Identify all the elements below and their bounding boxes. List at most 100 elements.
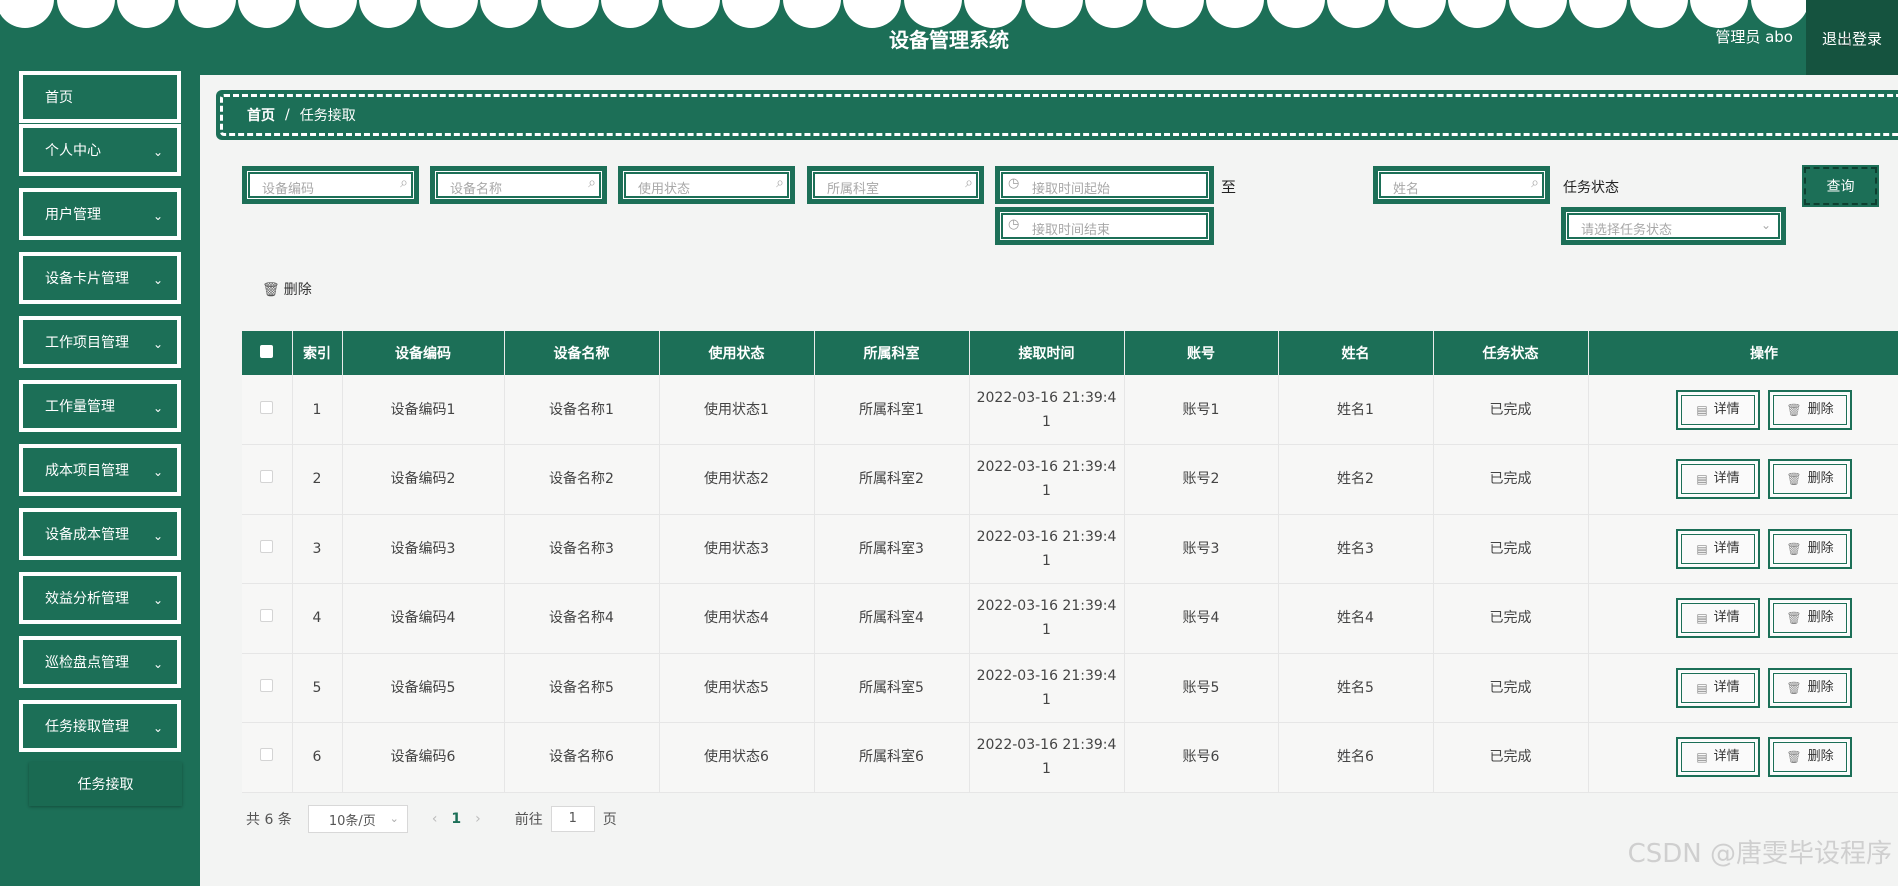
cell-department: 所属科室5 xyxy=(814,653,970,723)
sidebar-item-device-cost[interactable]: 设备成本管理 ⌄ xyxy=(19,508,181,560)
prev-page-icon[interactable]: ‹ xyxy=(432,811,438,827)
cell-account: 账号4 xyxy=(1124,583,1279,654)
detail-button[interactable]: ▤ 详情 xyxy=(1676,459,1760,500)
sidebar-item-benefit-analysis[interactable]: 效益分析管理 ⌄ xyxy=(19,572,181,624)
cell-device-code: 设备编码1 xyxy=(342,375,505,445)
device-name-input[interactable]: 设备名称 ⌕ xyxy=(430,166,607,204)
chevron-down-icon: ⌄ xyxy=(152,465,163,479)
delete-button[interactable]: 🗑︎ 删除 xyxy=(1768,737,1852,778)
table-row: 2 设备编码2 设备名称2 使用状态2 所属科室2 2022-03-16 21:39:4 1… xyxy=(242,444,1898,515)
usage-status-input[interactable]: 使用状态 ⌕ xyxy=(618,166,795,204)
task-status-select[interactable]: 请选择任务状态 ⌄ xyxy=(1561,207,1786,245)
cell-usage-status: 使用状态1 xyxy=(659,375,815,445)
cell-account: 账号5 xyxy=(1124,653,1279,723)
cell-device-name: 设备名称2 xyxy=(504,444,660,515)
sidebar-item-device-card[interactable]: 设备卡片管理 ⌄ xyxy=(19,252,181,304)
department-input[interactable]: 所属科室 ⌕ xyxy=(807,166,984,204)
hand-cursor-icon: ☝ xyxy=(1840,30,1851,51)
cell-pickup-time: 2022-03-16 21:39:4 1 xyxy=(969,722,1125,793)
delete-button[interactable]: 🗑︎ 删除 xyxy=(1768,667,1852,708)
delete-button[interactable]: 🗑︎ 删除 xyxy=(1768,528,1852,569)
pickup-time-start-input[interactable]: ◷ 接取时间起始 xyxy=(995,166,1214,204)
cell-account: 账号1 xyxy=(1124,375,1279,445)
detail-button[interactable]: ▤ 详情 xyxy=(1676,737,1760,778)
cell-account: 账号2 xyxy=(1124,444,1279,515)
cell-device-name: 设备名称6 xyxy=(504,722,660,793)
clock-icon: ◷ xyxy=(1008,176,1020,191)
cell-usage-status: 使用状态2 xyxy=(659,444,815,515)
sidebar-item-label: 工作量管理 xyxy=(45,399,115,415)
column-header: 索引 xyxy=(292,331,343,375)
detail-button[interactable]: ▤ 详情 xyxy=(1676,389,1760,430)
detail-button[interactable]: ▤ 详情 xyxy=(1676,667,1760,708)
goto-page-input[interactable]: 1 xyxy=(550,806,595,832)
sidebar-item-inspection[interactable]: 巡检盘点管理 ⌄ xyxy=(19,636,181,688)
row-checkbox[interactable] xyxy=(242,375,293,445)
delete-button[interactable]: 🗑︎ 删除 xyxy=(1768,459,1852,500)
cell-index: 3 xyxy=(292,514,343,584)
delete-button[interactable]: 🗑︎ 删除 xyxy=(1768,389,1852,430)
cell-person-name: 姓名2 xyxy=(1278,444,1434,515)
query-button[interactable]: 查询 xyxy=(1802,165,1879,207)
cell-index: 1 xyxy=(292,375,343,445)
clock-icon: ◷ xyxy=(1008,217,1020,232)
column-header: 使用状态 xyxy=(659,331,815,375)
detail-button[interactable]: ▤ 详情 xyxy=(1676,528,1760,569)
cell-device-code: 设备编码2 xyxy=(342,444,505,515)
cell-person-name: 姓名3 xyxy=(1278,514,1434,584)
table-row: 4 设备编码4 设备名称4 使用状态4 所属科室4 2022-03-16 21:39:4 1… xyxy=(242,583,1898,654)
bulk-delete-button[interactable]: 🗑︎ 删除 xyxy=(262,279,312,299)
sidebar-item-personal-center[interactable]: 个人中心 ⌄ xyxy=(19,124,181,176)
cell-department: 所属科室2 xyxy=(814,444,970,515)
page-number[interactable]: 1 xyxy=(451,811,461,827)
sidebar-item-workload[interactable]: 工作量管理 ⌄ xyxy=(19,380,181,432)
cell-actions: ▤ 详情 🗑︎ 删除 xyxy=(1588,375,1898,445)
sidebar-item-label: 首页 xyxy=(45,90,73,106)
cell-device-name: 设备名称1 xyxy=(504,375,660,445)
row-checkbox[interactable] xyxy=(242,653,293,723)
cell-task-status: 已完成 xyxy=(1433,722,1589,793)
sidebar-subitem-task-pickup[interactable]: 任务接取 xyxy=(29,762,182,806)
table-row: 3 设备编码3 设备名称3 使用状态3 所属科室3 2022-03-16 21:39:4 1… xyxy=(242,514,1898,584)
row-checkbox[interactable] xyxy=(242,722,293,793)
trash-icon: 🗑︎ xyxy=(1786,680,1802,695)
chevron-down-icon: ⌄ xyxy=(152,593,163,607)
sidebar-item-home[interactable]: 首页 xyxy=(19,71,181,123)
sidebar-item-task-pickup-management[interactable]: 任务接取管理 ⌄ xyxy=(19,700,181,752)
device-code-input[interactable]: 设备编码 ⌕ xyxy=(242,166,419,204)
pickup-time-end-input[interactable]: ◷ 接取时间结束 xyxy=(995,207,1214,245)
column-header: 设备名称 xyxy=(504,331,660,375)
delete-button[interactable]: 🗑︎ 删除 xyxy=(1768,598,1852,639)
breadcrumb: 首页 / 任务接取 xyxy=(216,90,1898,140)
current-user: 管理员 abo xyxy=(1715,28,1793,46)
row-checkbox[interactable] xyxy=(242,583,293,654)
watermark: CSDN @唐雯毕设程序 xyxy=(1627,839,1892,869)
next-page-icon[interactable]: › xyxy=(475,811,481,827)
cell-person-name: 姓名1 xyxy=(1278,375,1434,445)
row-checkbox[interactable] xyxy=(242,444,293,515)
cell-pickup-time: 2022-03-16 21:39:4 1 xyxy=(969,653,1125,723)
detail-button[interactable]: ▤ 详情 xyxy=(1676,598,1760,639)
cell-person-name: 姓名6 xyxy=(1278,722,1434,793)
select-all-checkbox[interactable] xyxy=(242,331,293,375)
sidebar-item-user-management[interactable]: 用户管理 ⌄ xyxy=(19,188,181,240)
logout-button[interactable]: 退出登录 xyxy=(1806,0,1898,75)
chevron-down-icon: ⌄ xyxy=(152,209,163,223)
sidebar-item-work-project[interactable]: 工作项目管理 ⌄ xyxy=(19,316,181,368)
cell-pickup-time: 2022-03-16 21:39:4 1 xyxy=(969,375,1125,445)
trash-icon: 🗑︎ xyxy=(1786,611,1802,626)
cell-index: 4 xyxy=(292,583,343,654)
sidebar-item-cost-project[interactable]: 成本项目管理 ⌄ xyxy=(19,444,181,496)
breadcrumb-separator: / xyxy=(285,107,290,123)
cell-person-name: 姓名5 xyxy=(1278,653,1434,723)
breadcrumb-home[interactable]: 首页 xyxy=(247,105,275,125)
page-size-select[interactable]: 10条/页 ⌄ xyxy=(307,805,408,833)
cell-device-name: 设备名称3 xyxy=(504,514,660,584)
cell-pickup-time: 2022-03-16 21:39:4 1 xyxy=(969,583,1125,654)
cell-account: 账号6 xyxy=(1124,722,1279,793)
cell-usage-status: 使用状态4 xyxy=(659,583,815,654)
person-name-input[interactable]: 姓名 ⌕ xyxy=(1373,166,1550,204)
row-checkbox[interactable] xyxy=(242,514,293,584)
cell-device-code: 设备编码5 xyxy=(342,653,505,723)
document-icon: ▤ xyxy=(1696,402,1708,417)
